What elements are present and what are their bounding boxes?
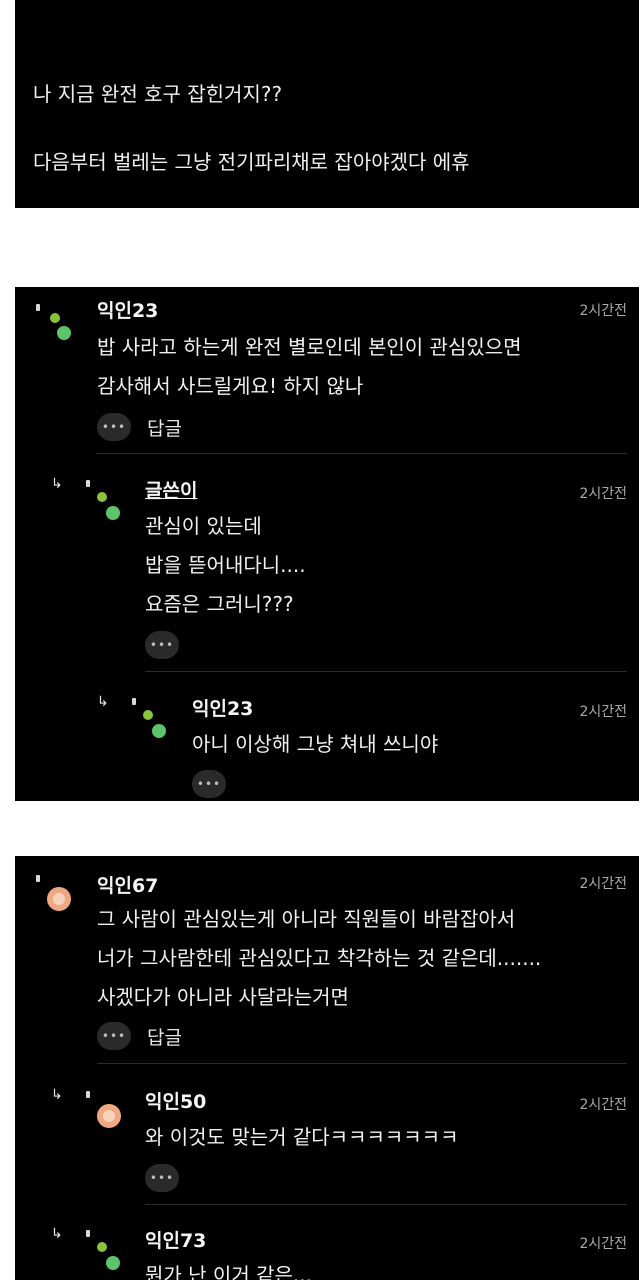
reply-arrow-icon: ↳ bbox=[51, 1087, 63, 1103]
post-line: 다음부터 벌레는 그냥 전기파리채로 잡아야겠다 에휴 bbox=[33, 150, 470, 174]
comment-text: 뭔가 난 이거 같은... bbox=[145, 1263, 312, 1280]
comment-actions: ••• 답글 bbox=[97, 1022, 182, 1050]
more-dots-icon[interactable]: ••• bbox=[192, 770, 226, 798]
comment-thread-card: 익인67 2시간전 그 사람이 관심있는게 아니라 직원들이 바람잡아서 너가 … bbox=[15, 856, 639, 1280]
comment-text: 관심이 있는데 밥을 뜯어내다니.... 요즘은 그러니??? bbox=[145, 514, 306, 616]
divider bbox=[145, 671, 627, 672]
comment-marker-icon bbox=[132, 698, 136, 705]
comment-time: 2시간전 bbox=[579, 1097, 627, 1113]
comment-actions: ••• bbox=[192, 770, 226, 798]
comment-author[interactable]: 익인67 bbox=[97, 871, 158, 898]
comment-actions: ••• bbox=[145, 631, 179, 659]
more-dots-icon[interactable]: ••• bbox=[145, 631, 179, 659]
comment-actions: ••• 답글 bbox=[97, 413, 182, 441]
reply-arrow-icon: ↳ bbox=[51, 1226, 63, 1242]
avatar-dot-icon bbox=[97, 492, 107, 502]
comment-author[interactable]: 익인73 bbox=[145, 1226, 206, 1253]
divider bbox=[145, 1204, 627, 1205]
comment-time: 2시간전 bbox=[579, 704, 627, 720]
comment-time: 2시간전 bbox=[579, 876, 627, 892]
more-dots-icon[interactable]: ••• bbox=[97, 1022, 131, 1050]
avatar-icon[interactable] bbox=[106, 506, 120, 520]
avatar-icon[interactable] bbox=[106, 1256, 120, 1270]
comment-author[interactable]: 익인50 bbox=[145, 1087, 206, 1114]
reply-arrow-icon: ↳ bbox=[97, 694, 109, 710]
comment-marker-icon bbox=[36, 304, 40, 311]
comment-author[interactable]: 익인23 bbox=[192, 694, 253, 721]
more-dots-icon[interactable]: ••• bbox=[97, 413, 131, 441]
comment-text: 아니 이상해 그냥 쳐내 쓰니야 bbox=[192, 732, 439, 756]
comment-marker-icon bbox=[36, 875, 40, 882]
divider bbox=[97, 453, 627, 454]
comment-author-writer[interactable]: 글쓴이 bbox=[145, 476, 197, 503]
avatar-dot-icon bbox=[143, 710, 153, 720]
comment-marker-icon bbox=[86, 1091, 90, 1098]
avatar-icon[interactable] bbox=[97, 1104, 121, 1128]
comment-actions: ••• bbox=[145, 1164, 179, 1192]
avatar-dot-icon bbox=[97, 1242, 107, 1252]
comment-marker-icon bbox=[86, 1230, 90, 1237]
post-body-card: 나 지금 완전 호구 잡힌거지?? 다음부터 벌레는 그냥 전기파리채로 잡아야… bbox=[15, 0, 639, 208]
comment-time: 2시간전 bbox=[579, 486, 627, 502]
reply-button[interactable]: 답글 bbox=[147, 1023, 182, 1050]
avatar-icon[interactable] bbox=[57, 326, 71, 340]
comment-time: 2시간전 bbox=[579, 1236, 627, 1252]
comment-text: 밥 사라고 하는게 완전 별로인데 본인이 관심있으면 감사해서 사드릴게요! … bbox=[97, 335, 522, 398]
comment-marker-icon bbox=[86, 480, 90, 487]
reply-button[interactable]: 답글 bbox=[147, 414, 182, 441]
comment-text: 와 이것도 맞는거 같다ㅋㅋㅋㅋㅋㅋㅋ bbox=[145, 1125, 459, 1149]
reply-arrow-icon: ↳ bbox=[51, 476, 63, 492]
avatar-dot-icon bbox=[50, 313, 60, 323]
avatar-icon[interactable] bbox=[47, 887, 71, 911]
more-dots-icon[interactable]: ••• bbox=[145, 1164, 179, 1192]
post-line: 나 지금 완전 호구 잡힌거지?? bbox=[33, 82, 283, 106]
comment-time: 2시간전 bbox=[579, 303, 627, 319]
divider bbox=[97, 1063, 627, 1064]
comment-author[interactable]: 익인23 bbox=[97, 296, 158, 323]
avatar-icon[interactable] bbox=[152, 724, 166, 738]
comment-thread-card: 익인23 2시간전 밥 사라고 하는게 완전 별로인데 본인이 관심있으면 감사… bbox=[15, 287, 639, 801]
comment-text: 그 사람이 관심있는게 아니라 직원들이 바람잡아서 너가 그사람한테 관심있다… bbox=[97, 907, 542, 1009]
